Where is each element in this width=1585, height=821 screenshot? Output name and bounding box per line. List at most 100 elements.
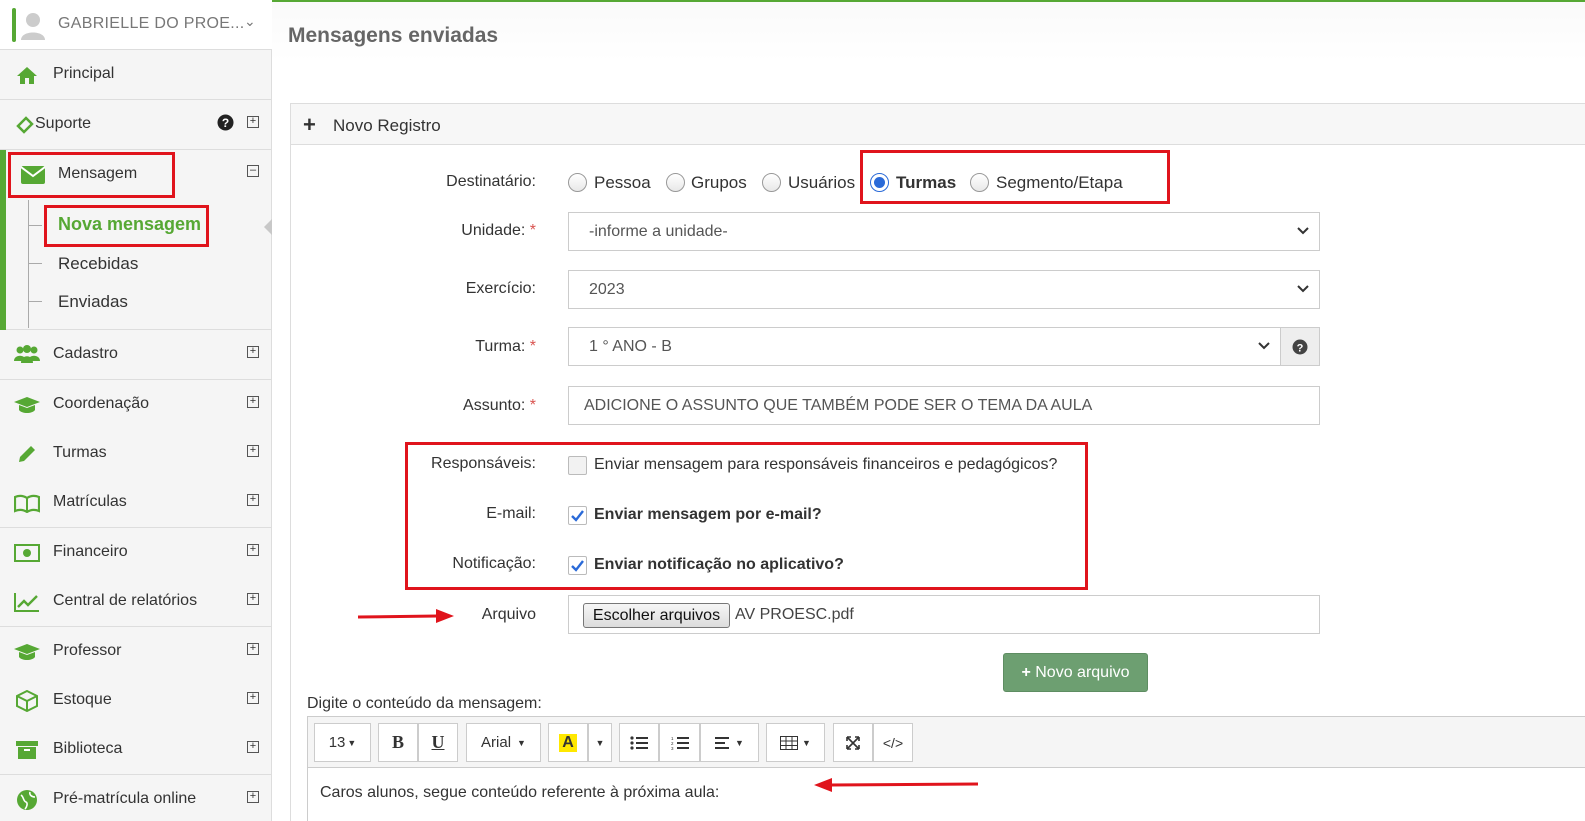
unidade-label: Unidade: * — [286, 222, 536, 240]
sidebar-subitem-recebidas[interactable]: Recebidas — [58, 254, 138, 274]
highlight-box-options — [405, 442, 1088, 590]
font-size-dropdown[interactable]: 13 ▼ — [314, 723, 371, 762]
sidebar-item-label: Turmas — [53, 444, 107, 461]
expand-icon[interactable]: + — [247, 346, 259, 358]
expand-icon[interactable]: + — [247, 445, 259, 457]
unordered-list-button[interactable] — [619, 723, 659, 762]
exercicio-value: 2023 — [589, 281, 625, 298]
exercicio-label: Exercício: — [465, 280, 536, 297]
sidebar-item-label: Principal — [53, 65, 115, 82]
sidebar-item-turmas[interactable]: Turmas + — [0, 429, 271, 479]
radio-grupos[interactable] — [666, 173, 685, 192]
highlight-box-nova-mensagem — [44, 205, 209, 247]
home-icon — [14, 63, 40, 87]
sidebar-collapse-caret[interactable] — [264, 219, 272, 235]
font-size-value: 13 — [328, 734, 346, 751]
new-file-label: Novo arquivo — [1035, 664, 1130, 681]
sidebar-item-cadastro[interactable]: Cadastro + — [0, 330, 271, 380]
code-view-button[interactable]: </> — [873, 723, 913, 762]
user-menu[interactable]: GABRIELLE DO PROE... ⌄ — [0, 0, 272, 50]
sidebar-item-estoque[interactable]: Estoque + — [0, 676, 271, 726]
radio-pessoa[interactable] — [568, 173, 587, 192]
ordered-list-button[interactable]: 123 — [659, 723, 700, 762]
file-name: AV PROESC.pdf — [735, 606, 854, 623]
sidebar-item-central-relatorios[interactable]: Central de relatórios + — [0, 577, 271, 627]
sidebar-item-label: Estoque — [53, 691, 112, 708]
new-file-button[interactable]: + Novo arquivo — [1003, 653, 1148, 692]
graduation-cap-icon — [14, 640, 40, 664]
expand-icon[interactable]: + — [247, 544, 259, 556]
expand-icon[interactable]: + — [247, 692, 259, 704]
expand-icon[interactable]: + — [247, 494, 259, 506]
turma-select[interactable]: 1 ° ANO - B — [568, 327, 1281, 366]
plus-icon: + — [1021, 664, 1031, 681]
font-family-value: Arial — [481, 734, 512, 751]
turma-value: 1 ° ANO - B — [589, 338, 672, 355]
box-icon — [14, 689, 40, 713]
expand-icon[interactable]: + — [247, 791, 259, 803]
globe-icon — [14, 788, 40, 812]
chevron-down-icon — [1297, 227, 1309, 235]
highlight-color-dropdown[interactable]: ▼ — [588, 723, 612, 762]
radio-usuarios[interactable] — [762, 173, 781, 192]
radio-label-pessoa[interactable]: Pessoa — [594, 173, 651, 193]
highlight-box-mensagem — [8, 152, 175, 198]
sidebar-item-coordenacao[interactable]: Coordenação + — [0, 380, 271, 430]
sidebar-item-professor[interactable]: Professor + — [0, 627, 271, 677]
sidebar-item-label: Matrículas — [53, 493, 127, 510]
caret-down-icon: ▼ — [802, 737, 811, 748]
arrow-annotation-editor — [814, 778, 979, 792]
sidebar-item-principal[interactable]: Principal — [0, 50, 271, 100]
graduation-cap-icon — [14, 393, 40, 417]
table-icon — [780, 735, 799, 750]
list-ul-icon — [630, 735, 648, 750]
sidebar-item-suporte[interactable]: Suporte ? + — [0, 100, 271, 150]
turma-label-text: Turma: — [475, 338, 526, 355]
table-dropdown[interactable]: ▼ — [766, 723, 825, 762]
unidade-select[interactable]: -informe a unidade- — [568, 212, 1320, 251]
page-title: Mensagens enviadas — [288, 24, 499, 47]
assunto-input[interactable]: ADICIONE O ASSUNTO QUE TAMBÉM PODE SER O… — [568, 386, 1320, 425]
sidebar-item-matriculas[interactable]: Matrículas + — [0, 478, 271, 528]
sidebar-subitem-enviadas[interactable]: Enviadas — [58, 292, 128, 312]
exercicio-select[interactable]: 2023 — [568, 270, 1320, 309]
sidebar-item-label: Suporte — [35, 115, 92, 132]
sidebar-item-financeiro[interactable]: Financeiro + — [0, 528, 271, 578]
fullscreen-button[interactable] — [833, 723, 873, 762]
svg-text:3: 3 — [671, 746, 674, 750]
align-left-icon — [715, 736, 730, 749]
font-family-dropdown[interactable]: Arial ▼ — [466, 723, 541, 762]
sidebar-item-label: Professor — [53, 642, 122, 659]
highlight-color-button[interactable]: A — [548, 723, 588, 762]
expand-arrows-icon — [846, 735, 860, 750]
tree-tick — [28, 301, 42, 302]
expand-icon[interactable]: + — [247, 396, 259, 408]
expand-icon[interactable]: + — [247, 116, 259, 128]
chevron-down-icon — [1297, 285, 1309, 293]
expand-icon[interactable]: + — [247, 593, 259, 605]
turma-help-button[interactable]: ? — [1280, 327, 1320, 366]
bold-button[interactable]: B — [378, 723, 418, 762]
panel-header[interactable]: + Novo Registro — [290, 103, 1585, 145]
caret-down-icon: ▼ — [517, 737, 526, 748]
underline-button[interactable]: U — [418, 723, 458, 762]
expand-icon[interactable]: + — [247, 741, 259, 753]
sidebar-item-biblioteca[interactable]: Biblioteca + — [0, 725, 271, 775]
tree-tick — [28, 263, 42, 264]
chevron-down-icon — [1258, 342, 1270, 350]
required-mark: * — [529, 397, 536, 414]
expand-icon[interactable]: + — [247, 643, 259, 655]
sidebar-item-pre-matricula[interactable]: Pré-matrícula online + — [0, 775, 271, 821]
radio-label-usuarios[interactable]: Usuários — [788, 173, 855, 193]
turma-label: Turma: * — [286, 338, 536, 356]
help-icon[interactable]: ? — [217, 114, 234, 136]
radio-label-grupos[interactable]: Grupos — [691, 173, 747, 193]
panel-title: Novo Registro — [333, 116, 441, 135]
collapse-icon[interactable]: – — [247, 165, 259, 177]
caret-down-icon: ▼ — [347, 737, 357, 748]
paragraph-align-dropdown[interactable]: ▼ — [700, 723, 759, 762]
choose-files-button[interactable]: Escolher arquivos — [583, 603, 730, 628]
help-icon: ? — [1292, 339, 1308, 354]
editor-content[interactable]: Caros alunos, segue conteúdo referente à… — [320, 784, 719, 802]
caret-down-icon: ▼ — [735, 737, 744, 748]
